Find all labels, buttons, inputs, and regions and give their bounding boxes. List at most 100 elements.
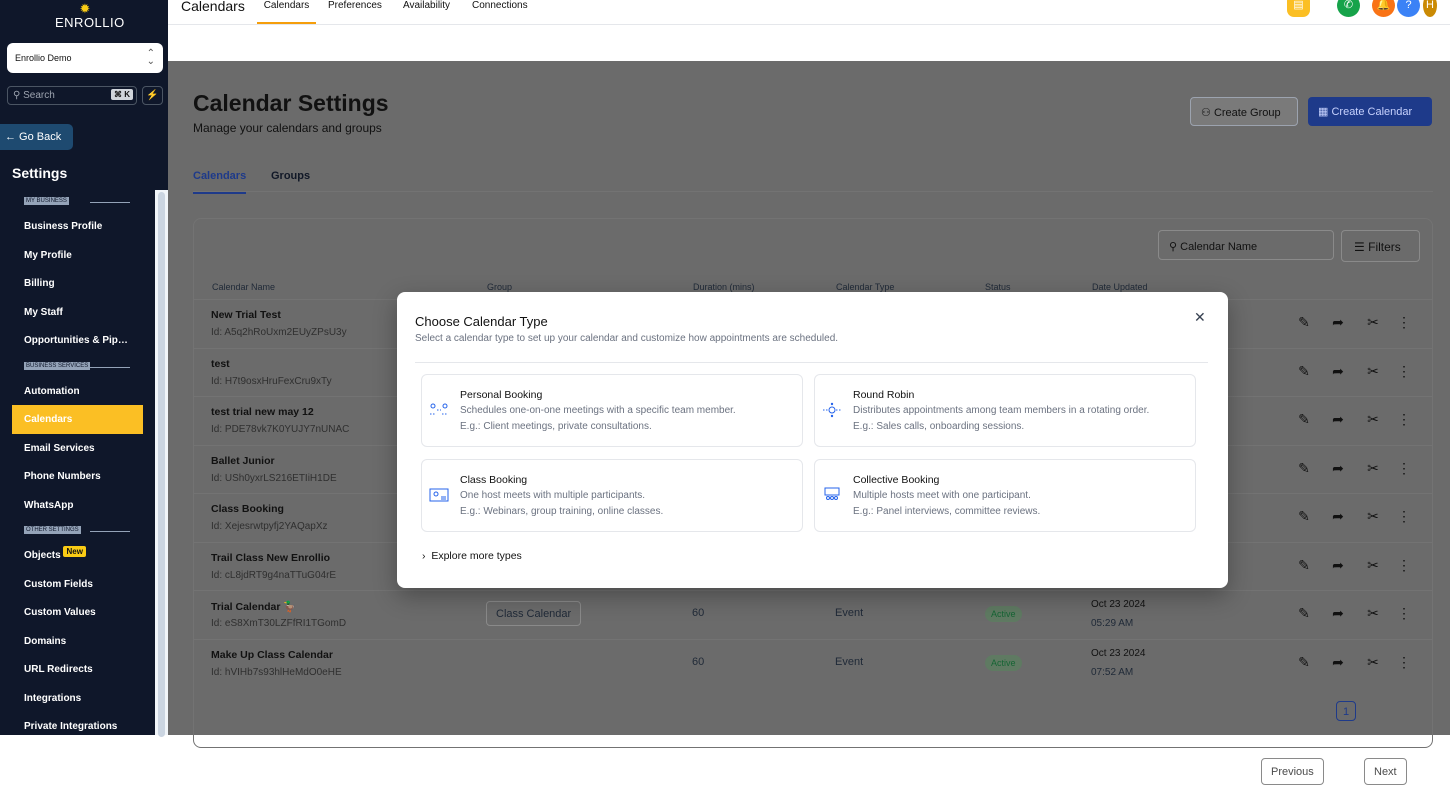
- tools-icon[interactable]: ✂: [1365, 460, 1381, 477]
- avatar[interactable]: H: [1423, 0, 1437, 17]
- bell-icon[interactable]: 🔔: [1372, 0, 1395, 17]
- option-class-booking[interactable]: Class Booking One host meets with multip…: [421, 459, 803, 532]
- tab-page-groups[interactable]: Groups: [271, 170, 310, 182]
- tools-icon[interactable]: ✂: [1365, 605, 1381, 622]
- option-round-robin[interactable]: Round Robin Distributes appointments amo…: [814, 374, 1196, 447]
- share-icon[interactable]: ➦: [1330, 508, 1346, 525]
- create-group-button[interactable]: ⚇ Create Group: [1190, 97, 1298, 126]
- sidebar-item-my-profile[interactable]: My Profile: [12, 241, 143, 270]
- edit-icon[interactable]: ✎: [1296, 605, 1312, 622]
- sidebar-item-phone-numbers[interactable]: Phone Numbers: [12, 462, 143, 491]
- more-icon[interactable]: ⋮: [1396, 363, 1412, 380]
- share-icon[interactable]: ➦: [1330, 314, 1346, 331]
- sidebar-item-email-services[interactable]: Email Services: [12, 434, 143, 463]
- page-title: Calendar Settings: [193, 90, 389, 116]
- sidebar-item-custom-values[interactable]: Custom Values: [12, 598, 143, 627]
- column-header[interactable]: Calendar Type: [836, 282, 894, 292]
- sidebar-item-integrations[interactable]: Integrations: [12, 684, 143, 713]
- share-icon[interactable]: ➦: [1330, 605, 1346, 622]
- date-updated: Oct 23 2024: [1091, 599, 1146, 610]
- tools-icon[interactable]: ✂: [1365, 363, 1381, 380]
- page-number-button[interactable]: 1: [1336, 701, 1357, 721]
- group-chip[interactable]: Class Calendar: [486, 601, 582, 626]
- sidebar-item-whatsapp[interactable]: WhatsApp: [12, 491, 143, 520]
- more-icon[interactable]: ⋮: [1396, 605, 1412, 622]
- share-icon[interactable]: ➦: [1330, 460, 1346, 477]
- help-icon[interactable]: ?: [1397, 0, 1420, 17]
- brand-logo[interactable]: ✹ ENROLLIO: [55, 2, 124, 30]
- calendar-name[interactable]: Ballet Junior: [211, 455, 275, 467]
- column-header[interactable]: Group: [487, 282, 512, 292]
- more-icon[interactable]: ⋮: [1396, 460, 1412, 477]
- more-icon[interactable]: ⋮: [1396, 654, 1412, 671]
- edit-icon[interactable]: ✎: [1296, 460, 1312, 477]
- edit-icon[interactable]: ✎: [1296, 314, 1312, 331]
- sidebar-item-my-staff[interactable]: My Staff: [12, 298, 143, 327]
- calendar-name[interactable]: test trial new may 12: [211, 406, 314, 418]
- sidebar-item-billing[interactable]: Billing: [12, 269, 143, 298]
- column-header[interactable]: Status: [985, 282, 1011, 292]
- sidebar-item-automation[interactable]: Automation: [12, 377, 143, 406]
- share-icon[interactable]: ➦: [1330, 363, 1346, 380]
- table-row[interactable]: Make Up Class Calendar Id: hVIHb7s93hlHeM…: [193, 638, 1433, 688]
- tab-preferences[interactable]: Preferences: [328, 0, 382, 11]
- more-icon[interactable]: ⋮: [1396, 557, 1412, 574]
- table-row[interactable]: Trial Calendar 🦆 Id: eS8XmT30LZFfRI1TGomD…: [193, 590, 1433, 639]
- tools-icon[interactable]: ✂: [1365, 411, 1381, 428]
- edit-icon[interactable]: ✎: [1296, 508, 1312, 525]
- round-robin-icon: [823, 402, 841, 418]
- edit-icon[interactable]: ✎: [1296, 557, 1312, 574]
- column-header[interactable]: Calendar Name: [212, 282, 275, 292]
- sidebar-scrollbar[interactable]: [155, 190, 168, 737]
- share-icon[interactable]: ➦: [1330, 411, 1346, 428]
- create-calendar-button[interactable]: ▦ Create Calendar: [1308, 97, 1432, 126]
- calendar-name[interactable]: Make Up Class Calendar: [211, 649, 333, 661]
- column-header[interactable]: Date Updated: [1092, 282, 1148, 292]
- settings-heading: Settings: [12, 165, 68, 181]
- calendar-name[interactable]: New Trial Test: [211, 309, 281, 321]
- sidebar-item-url-redirects[interactable]: URL Redirects: [12, 655, 143, 684]
- column-header[interactable]: Duration (mins): [693, 282, 755, 292]
- sidebar-item-private-integrations[interactable]: Private Integrations: [12, 712, 143, 741]
- more-icon[interactable]: ⋮: [1396, 411, 1412, 428]
- edit-icon[interactable]: ✎: [1296, 411, 1312, 428]
- sidebar-item-custom-fields[interactable]: Custom Fields: [12, 570, 143, 599]
- tools-icon[interactable]: ✂: [1365, 557, 1381, 574]
- calendar-name[interactable]: Trial Calendar 🦆: [211, 600, 296, 613]
- calendar-search-input[interactable]: ⚲ Calendar Name: [1158, 230, 1334, 260]
- sidebar-item-opportunities[interactable]: Opportunities & Pipe...: [12, 326, 143, 355]
- account-switcher[interactable]: Enrollio Demo ⌃ ⌄: [7, 43, 163, 73]
- phone-icon[interactable]: ✆: [1337, 0, 1360, 17]
- sidebar-item-objects[interactable]: Objects New: [12, 541, 143, 570]
- tools-icon[interactable]: ✂: [1365, 508, 1381, 525]
- tools-icon[interactable]: ✂: [1365, 654, 1381, 671]
- edit-icon[interactable]: ✎: [1296, 654, 1312, 671]
- calendar-name[interactable]: Class Booking: [211, 503, 284, 515]
- bolt-icon[interactable]: ⚡: [142, 86, 163, 105]
- notes-icon[interactable]: ▤: [1287, 0, 1310, 17]
- tab-calendars[interactable]: Calendars: [257, 0, 316, 24]
- share-icon[interactable]: ➦: [1330, 654, 1346, 671]
- next-button[interactable]: Next: [1364, 758, 1407, 785]
- explore-more-types[interactable]: › Explore more types: [422, 550, 522, 562]
- tools-icon[interactable]: ✂: [1365, 314, 1381, 331]
- tab-availability[interactable]: Availability: [403, 0, 450, 11]
- close-icon[interactable]: ✕: [1194, 309, 1206, 326]
- option-collective-booking[interactable]: Collective Booking Multiple hosts meet w…: [814, 459, 1196, 532]
- share-icon[interactable]: ➦: [1330, 557, 1346, 574]
- sidebar-search-input[interactable]: ⚲ Search ⌘ K: [7, 86, 137, 105]
- chevron-updown-icon: ⌃ ⌄: [146, 48, 155, 67]
- tab-connections[interactable]: Connections: [472, 0, 528, 11]
- go-back-button[interactable]: ← Go Back: [0, 124, 73, 150]
- sidebar-item-calendars[interactable]: Calendars: [12, 405, 143, 434]
- sidebar-item-domains[interactable]: Domains: [12, 627, 143, 656]
- edit-icon[interactable]: ✎: [1296, 363, 1312, 380]
- more-icon[interactable]: ⋮: [1396, 314, 1412, 331]
- more-icon[interactable]: ⋮: [1396, 508, 1412, 525]
- sidebar-item-business-profile[interactable]: Business Profile: [12, 212, 143, 241]
- calendar-name[interactable]: Trail Class New Enrollio: [211, 552, 330, 564]
- filters-button[interactable]: ☰ Filters: [1341, 230, 1420, 262]
- option-personal-booking[interactable]: Personal Booking Schedules one-on-one me…: [421, 374, 803, 447]
- previous-button[interactable]: Previous: [1261, 758, 1324, 785]
- calendar-name[interactable]: test: [211, 358, 230, 370]
